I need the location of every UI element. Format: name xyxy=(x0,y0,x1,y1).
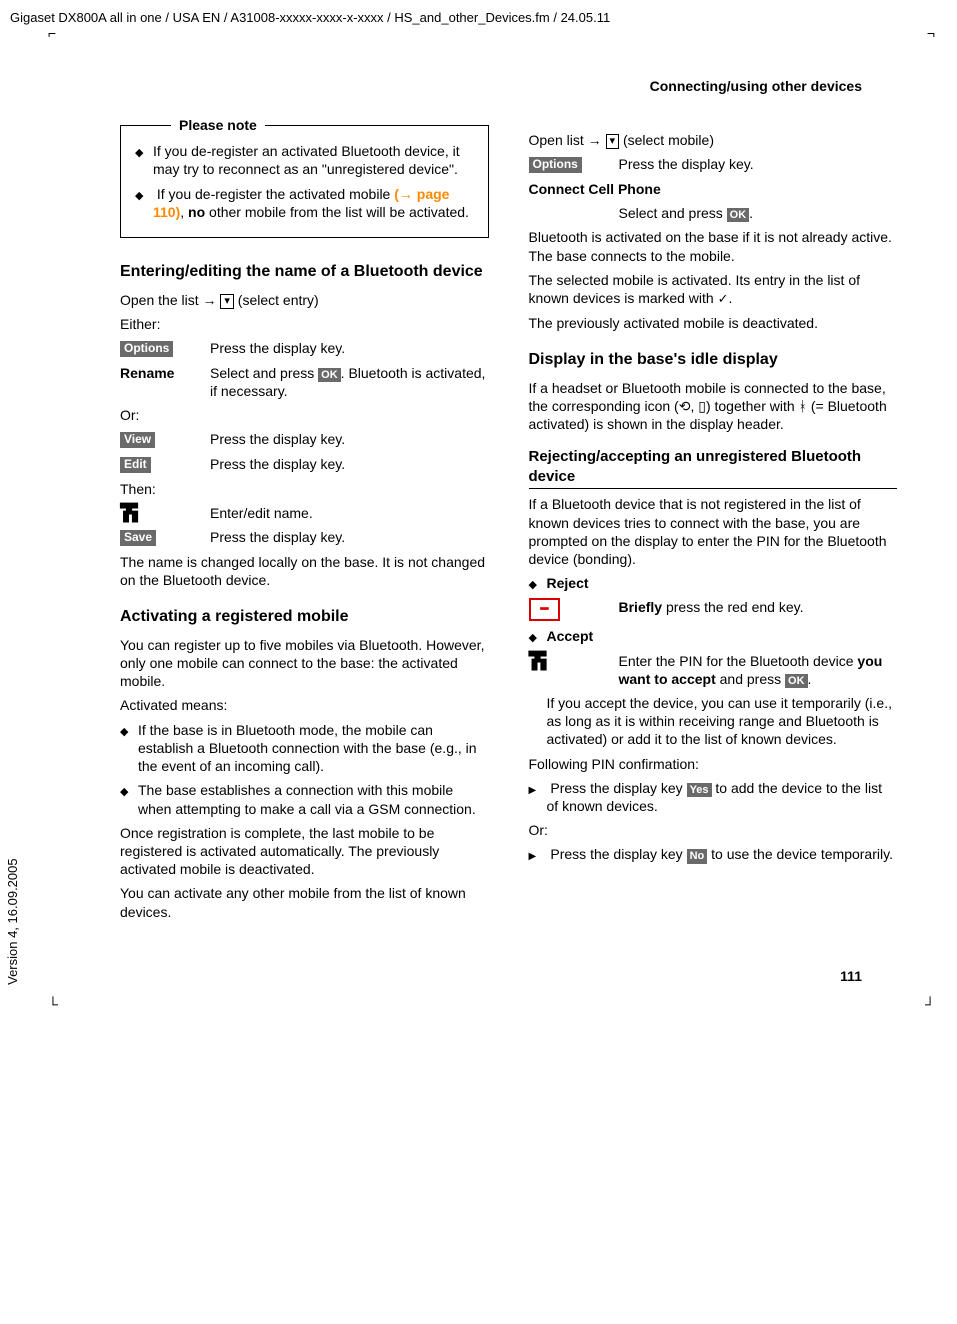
options-softkey[interactable]: Options xyxy=(529,157,582,173)
activating-bullet-1: If the base is in Bluetooth mode, the mo… xyxy=(138,721,489,776)
edit-softkey[interactable]: Edit xyxy=(120,457,151,473)
page-number: 111 xyxy=(120,967,862,985)
selected-paragraph: The selected mobile is activated. Its en… xyxy=(529,271,898,308)
no-softkey[interactable]: No xyxy=(687,849,708,863)
document-path-header: Gigaset DX800A all in one / USA EN / A31… xyxy=(10,10,897,27)
crop-mark: └ xyxy=(48,995,58,1013)
right-column: Open list → ▾ (select mobile) Options Pr… xyxy=(529,125,898,927)
crop-mark: ⌐ xyxy=(48,24,56,42)
note-title: Please note xyxy=(171,116,265,134)
bt-activated-paragraph: Bluetooth is activated on the base if it… xyxy=(529,228,898,264)
note-box: Please note If you de-register an activa… xyxy=(120,125,489,238)
save-softkey[interactable]: Save xyxy=(120,530,156,546)
reject-accept-paragraph: If a Bluetooth device that is not regist… xyxy=(529,495,898,568)
following-pin-paragraph: Following PIN confirmation: xyxy=(529,755,898,773)
connect-desc: Select and press OK. xyxy=(619,204,898,222)
then-label: Then: xyxy=(120,480,489,498)
heading-display-idle: Display in the base's idle display xyxy=(529,350,898,371)
running-header: Connecting/using other devices xyxy=(120,77,862,95)
note-bullet-2: If you de-register the activated mobile … xyxy=(153,185,474,221)
rename-desc: Select and press OK. Bluetooth is activa… xyxy=(210,364,489,400)
activating-bullet-2: The base establishes a connection with t… xyxy=(138,781,489,817)
nav-down-icon: ▾ xyxy=(220,294,234,309)
view-desc: Press the display key. xyxy=(210,430,489,448)
prev-deactivated-paragraph: The previously activated mobile is deact… xyxy=(529,314,898,332)
name-changed-paragraph: The name is changed locally on the base.… xyxy=(120,553,489,589)
view-softkey[interactable]: View xyxy=(120,432,155,448)
accept-note-paragraph: If you accept the device, you can use it… xyxy=(529,694,898,749)
yes-step: Press the display key Yes to add the dev… xyxy=(547,779,898,815)
ok-key[interactable]: OK xyxy=(318,368,341,382)
edit-desc: Press the display key. xyxy=(210,455,489,473)
keypad-icon: ▀█▀▐▌█ xyxy=(529,654,547,670)
any-other-paragraph: You can activate any other mobile from t… xyxy=(120,884,489,920)
activating-p2: Activated means: xyxy=(120,696,489,714)
mobile-icon: ▯ xyxy=(698,398,706,414)
accept-label: Accept xyxy=(547,628,594,644)
reject-label: Reject xyxy=(547,575,589,591)
red-end-key-icon[interactable]: ━ xyxy=(529,598,561,621)
or-label-r: Or: xyxy=(529,821,898,839)
ok-key[interactable]: OK xyxy=(785,674,808,688)
reject-desc: Briefly press the red end key. xyxy=(619,598,898,616)
version-sidebar: Version 4, 16.09.2005 xyxy=(5,858,22,985)
open-list-line-r: Open list → ▾ (select mobile) xyxy=(529,131,898,149)
no-step: Press the display key No to use the devi… xyxy=(547,845,898,863)
heading-reject-accept: Rejecting/accepting an unregistered Blue… xyxy=(529,447,898,489)
headset-icon: ⟲ xyxy=(679,398,691,414)
options-desc-r: Press the display key. xyxy=(619,155,898,173)
either-label: Either: xyxy=(120,315,489,333)
rename-label: Rename xyxy=(120,365,174,381)
options-softkey[interactable]: Options xyxy=(120,341,173,357)
crop-mark: ¬ xyxy=(927,24,935,42)
nav-down-icon: ▾ xyxy=(606,134,620,149)
ok-key[interactable]: OK xyxy=(727,208,750,222)
heading-activating: Activating a registered mobile xyxy=(120,607,489,628)
crop-mark: ┘ xyxy=(925,995,935,1013)
heading-entering-name: Entering/editing the name of a Bluetooth… xyxy=(120,262,489,283)
note-bullet-1: If you de-register an activated Blue­too… xyxy=(153,142,474,178)
yes-softkey[interactable]: Yes xyxy=(687,783,712,797)
or-label: Or: xyxy=(120,406,489,424)
bluetooth-icon: ᚼ xyxy=(799,398,807,414)
enter-name-desc: Enter/edit name. xyxy=(210,504,489,522)
accept-desc: Enter the PIN for the Bluetooth device y… xyxy=(619,652,898,688)
keypad-icon: ▀█▀▐▌█ xyxy=(120,506,138,522)
left-column: Please note If you de-register an activa… xyxy=(120,125,489,927)
display-idle-paragraph: If a headset or Bluetooth mobile is con­… xyxy=(529,379,898,434)
check-icon: ✓ xyxy=(718,291,729,306)
once-registration-paragraph: Once registration is complete, the last … xyxy=(120,824,489,879)
save-desc: Press the display key. xyxy=(210,528,489,546)
activating-p1: You can register up to five mobiles via … xyxy=(120,636,489,691)
options-desc: Press the display key. xyxy=(210,339,489,357)
connect-label: Connect Cell Phone xyxy=(529,181,661,197)
open-list-line: Open the list → ▾ (select entry) xyxy=(120,291,489,309)
